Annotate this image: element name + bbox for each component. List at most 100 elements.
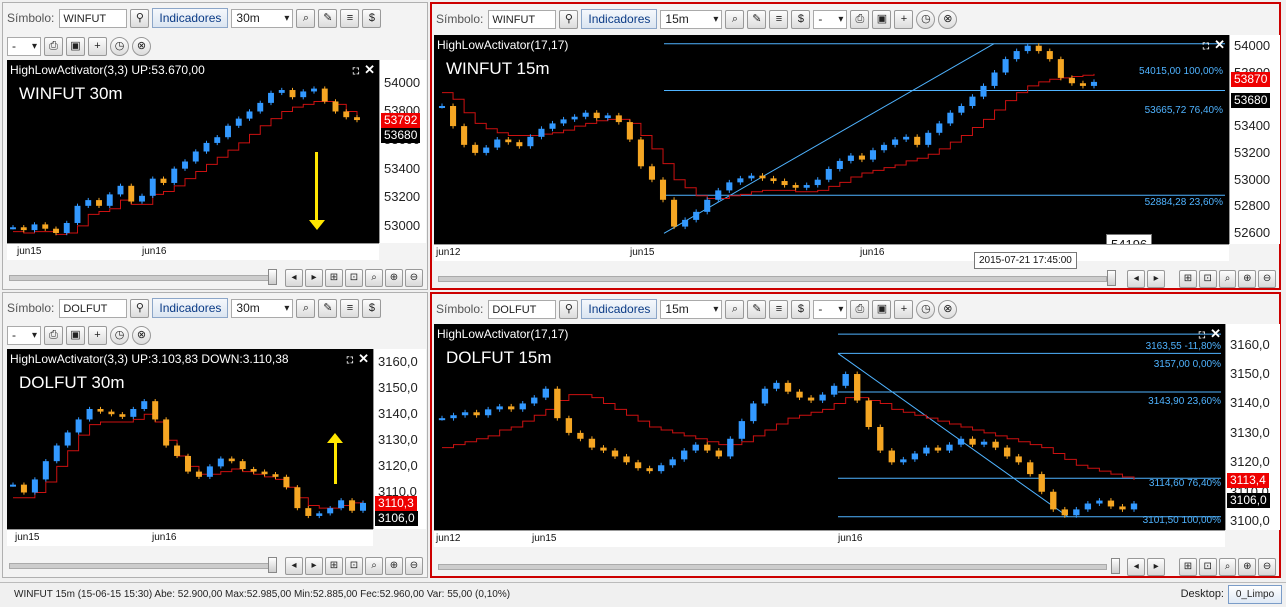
binoculars-icon[interactable]: ⚲ [559, 299, 579, 319]
edit-icon[interactable]: ✎ [318, 8, 338, 28]
money-icon[interactable]: $ [362, 298, 382, 318]
crosshair-icon[interactable]: + [894, 299, 914, 319]
crosshair-icon[interactable]: + [88, 36, 107, 56]
desktop-select-button[interactable]: 0_Limpo [1228, 585, 1282, 604]
indicators-button[interactable]: Indicadores [152, 298, 229, 318]
list-icon[interactable]: ≡ [340, 298, 360, 318]
print-icon[interactable]: ⎙ [850, 9, 870, 29]
close-icon[interactable]: ✕ [358, 351, 369, 366]
zoom-reset-icon[interactable]: ⊡ [1198, 270, 1217, 288]
price-axis[interactable]: 5400053800536005340053200530005280052600… [1229, 35, 1280, 244]
timeframe-select[interactable]: 15m [660, 299, 723, 319]
fib-trend-line[interactable] [663, 43, 995, 234]
money-icon[interactable]: $ [362, 8, 382, 28]
print-icon[interactable]: ⎙ [44, 36, 63, 56]
chart-scrollbar[interactable]: ◂ ▸ ⊞ ⊡ ⌕ ⊕ ⊖ [438, 270, 1276, 288]
scroll-right-button[interactable]: ▸ [305, 269, 323, 287]
zoom-magnify-icon[interactable]: ⌕ [365, 269, 383, 287]
chart-area[interactable]: HighLowActivator(3,3) UP:53.670,00 WINFU… [7, 60, 379, 243]
scroll-left-button[interactable]: ◂ [1127, 270, 1146, 288]
crosshair-icon[interactable]: + [894, 9, 914, 29]
image-icon[interactable]: ▣ [872, 9, 892, 29]
zoom-reset-icon[interactable]: ⊡ [345, 269, 363, 287]
zoom-reset-icon[interactable]: ⊡ [1198, 558, 1217, 576]
fib-trend-line[interactable] [837, 353, 1069, 518]
indicators-button[interactable]: Indicadores [152, 8, 229, 28]
image-icon[interactable]: ▣ [872, 299, 892, 319]
zoom-chart-icon[interactable]: ⌕ [725, 299, 745, 319]
zoom-out-icon[interactable]: ⊖ [405, 269, 423, 287]
scroll-thumb[interactable] [1107, 270, 1116, 286]
clock-icon[interactable]: ◷ [110, 36, 129, 56]
zoom-fit-icon[interactable]: ⊞ [1179, 558, 1197, 576]
price-axis[interactable]: 5400053800536005340053200530005379253680 [379, 60, 426, 243]
binoculars-icon[interactable]: ⚲ [130, 298, 150, 318]
zoom-magnify-icon[interactable]: ⌕ [1218, 270, 1237, 288]
chart-scrollbar[interactable]: ◂ ▸ ⊞ ⊡ ⌕ ⊕ ⊖ [9, 557, 425, 575]
style-select[interactable]: - [813, 9, 848, 29]
clock-icon[interactable]: ◷ [110, 325, 129, 345]
close-icon[interactable]: ✕ [1214, 37, 1225, 52]
style-select[interactable]: - [813, 299, 848, 319]
maximize-icon[interactable]: ⛶ [1199, 330, 1205, 340]
chart-area[interactable]: HighLowActivator(3,3) UP:3.103,83 DOWN:3… [7, 349, 373, 529]
binoculars-icon[interactable]: ⚲ [559, 9, 579, 29]
crosshair-icon[interactable]: + [88, 325, 107, 345]
indicators-button[interactable]: Indicadores [581, 299, 658, 319]
edit-icon[interactable]: ✎ [318, 298, 338, 318]
zoom-in-icon[interactable]: ⊕ [1238, 558, 1257, 576]
zoom-reset-icon[interactable]: ⊡ [345, 557, 363, 575]
zoom-in-icon[interactable]: ⊕ [385, 269, 403, 287]
scroll-thumb[interactable] [268, 269, 277, 285]
price-axis[interactable]: 3160,03150,03140,03130,03120,03110,03100… [373, 349, 426, 529]
zoom-out-icon[interactable]: ⊖ [405, 557, 423, 575]
symbol-input[interactable]: DOLFUT [59, 298, 128, 318]
zoom-out-icon[interactable]: ⊖ [1258, 270, 1276, 288]
zoom-magnify-icon[interactable]: ⌕ [1218, 558, 1237, 576]
zoom-fit-icon[interactable]: ⊞ [325, 269, 343, 287]
close-circle-icon[interactable]: ⊗ [132, 36, 151, 56]
style-select[interactable]: - [7, 36, 41, 56]
clock-icon[interactable]: ◷ [916, 299, 936, 319]
close-circle-icon[interactable]: ⊗ [938, 9, 958, 29]
timeframe-select[interactable]: 30m [231, 298, 294, 318]
style-select[interactable]: - [7, 325, 41, 345]
zoom-fit-icon[interactable]: ⊞ [1179, 270, 1197, 288]
maximize-icon[interactable]: ⛶ [1203, 41, 1209, 51]
symbol-input[interactable]: WINFUT [488, 9, 557, 29]
zoom-magnify-icon[interactable]: ⌕ [365, 557, 383, 575]
scroll-right-button[interactable]: ▸ [1147, 270, 1166, 288]
money-icon[interactable]: $ [791, 9, 811, 29]
list-icon[interactable]: ≡ [769, 9, 789, 29]
chart-area[interactable]: HighLowActivator(17,17) WINFUT 15m ⛶ ✕ 54… [434, 35, 1229, 244]
maximize-icon[interactable]: ⛶ [353, 66, 359, 76]
clock-icon[interactable]: ◷ [916, 9, 936, 29]
close-circle-icon[interactable]: ⊗ [132, 325, 151, 345]
chart-area[interactable]: HighLowActivator(17,17) DOLFUT 15m ⛶ ✕ 31… [434, 324, 1225, 530]
edit-icon[interactable]: ✎ [747, 9, 767, 29]
binoculars-icon[interactable]: ⚲ [130, 8, 150, 28]
zoom-in-icon[interactable]: ⊕ [385, 557, 403, 575]
scroll-left-button[interactable]: ◂ [285, 269, 303, 287]
chart-scrollbar[interactable]: ◂ ▸ ⊞ ⊡ ⌕ ⊕ ⊖ [438, 558, 1276, 576]
close-icon[interactable]: ✕ [1210, 326, 1221, 341]
price-axis[interactable]: 3160,03150,03140,03130,03120,03110,03100… [1225, 324, 1280, 530]
scroll-thumb[interactable] [1111, 558, 1120, 574]
close-circle-icon[interactable]: ⊗ [938, 299, 958, 319]
zoom-out-icon[interactable]: ⊖ [1258, 558, 1276, 576]
chart-scrollbar[interactable]: ◂ ▸ ⊞ ⊡ ⌕ ⊕ ⊖ [9, 269, 425, 287]
zoom-fit-icon[interactable]: ⊞ [325, 557, 343, 575]
image-icon[interactable]: ▣ [66, 36, 85, 56]
zoom-chart-icon[interactable]: ⌕ [296, 8, 316, 28]
scroll-right-button[interactable]: ▸ [1147, 558, 1166, 576]
timeframe-select[interactable]: 15m [660, 9, 723, 29]
image-icon[interactable]: ▣ [66, 325, 85, 345]
symbol-input[interactable]: WINFUT [59, 8, 128, 28]
list-icon[interactable]: ≡ [769, 299, 789, 319]
scroll-thumb[interactable] [268, 557, 277, 573]
print-icon[interactable]: ⎙ [850, 299, 870, 319]
maximize-icon[interactable]: ⛶ [347, 355, 353, 365]
scroll-right-button[interactable]: ▸ [305, 557, 323, 575]
indicators-button[interactable]: Indicadores [581, 9, 658, 29]
print-icon[interactable]: ⎙ [44, 325, 63, 345]
